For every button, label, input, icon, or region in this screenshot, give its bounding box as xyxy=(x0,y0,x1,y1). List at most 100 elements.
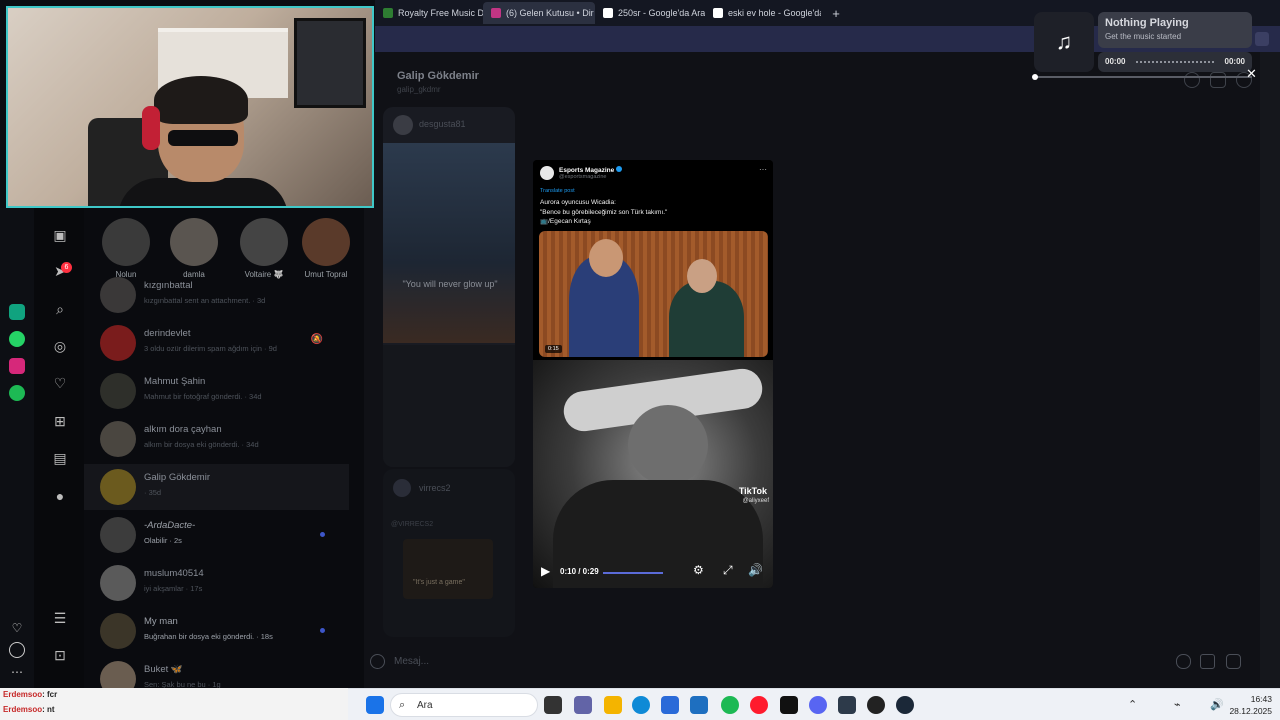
dashboard-icon[interactable]: ▤ xyxy=(51,449,69,467)
left-app-dock: ♡ ⋯ xyxy=(0,208,34,688)
outlook-icon[interactable] xyxy=(690,696,708,714)
seek-handle[interactable] xyxy=(1032,74,1038,80)
person-left-head xyxy=(589,239,623,277)
conversation-item[interactable]: Mahmut Şahin Mahmut bir fotoğraf gönderd… xyxy=(84,368,349,414)
store-icon[interactable] xyxy=(661,696,679,714)
microphone-icon[interactable] xyxy=(1176,654,1191,669)
chat-header-name[interactable]: Galip Gökdemir xyxy=(397,70,479,82)
whatsapp-icon[interactable] xyxy=(9,331,25,347)
conversation-item[interactable]: Buket 🦋 Sen: Şak bu ne bu · 1g xyxy=(84,656,349,688)
tweet-embed[interactable]: Esports Magazine @esportsmagazine ⋯ Tran… xyxy=(533,160,773,360)
history-icon[interactable] xyxy=(9,642,25,658)
image-upload-icon[interactable] xyxy=(1200,654,1215,669)
page-scrollbar[interactable] xyxy=(1260,52,1280,688)
taskbar-clock[interactable]: 16:43 28.12.2025 xyxy=(1229,693,1272,717)
shared-reel-card-1[interactable]: desgusta81 "You will never glow up" xyxy=(383,107,515,467)
browser-tab-google-250sr[interactable]: 250sr - Google'da Ara xyxy=(595,2,705,24)
avatar xyxy=(100,661,136,688)
browser-tab-royalty-music[interactable]: Royalty Free Music Downl xyxy=(375,2,483,24)
conversation-name: kızgınbattal xyxy=(144,280,193,291)
network-icon[interactable]: ⌁ xyxy=(1174,698,1181,711)
new-tab-button[interactable]: + xyxy=(827,4,845,22)
heart-icon[interactable]: ♡ xyxy=(9,620,25,636)
waveform-track[interactable] xyxy=(1136,61,1214,64)
tiktok-video[interactable]: TikTok @aliyxeef xyxy=(533,360,773,588)
edge-icon[interactable] xyxy=(632,696,650,714)
notification-badge: 6 xyxy=(61,262,72,273)
file-explorer-icon[interactable] xyxy=(604,696,622,714)
media-viewer[interactable]: Esports Magazine @esportsmagazine ⋯ Tran… xyxy=(533,160,773,588)
browser-tab-instagram-inbox[interactable]: (6) Gelen Kutusu • Dir xyxy=(483,2,595,24)
sticker-icon[interactable] xyxy=(1226,654,1241,669)
more-options-icon[interactable]: ⋯ xyxy=(759,165,767,174)
windows-start-icon[interactable] xyxy=(366,696,384,714)
story-item[interactable]: Nolun xyxy=(96,218,156,279)
story-item[interactable]: Voltaire 🐺 xyxy=(234,218,294,279)
translate-post-link[interactable]: Translate post xyxy=(540,188,575,194)
spotify-icon[interactable] xyxy=(9,385,25,401)
conversation-item[interactable]: -ArdaDacte- Olabilir · 2s xyxy=(84,512,349,558)
search-icon[interactable]: ⌕ xyxy=(51,300,69,318)
message-composer[interactable]: Mesaj... xyxy=(364,648,1260,676)
conversation-item[interactable]: kızgınbattal kızgınbattal sent an attach… xyxy=(84,272,349,318)
obs-icon[interactable] xyxy=(867,696,885,714)
conversation-preview: Mahmut bir fotoğraf gönderdi. · 34d xyxy=(144,392,262,401)
now-playing-title: Nothing Playing xyxy=(1105,17,1189,29)
notifications-icon[interactable]: ♡ xyxy=(51,374,69,392)
spotify-icon[interactable] xyxy=(721,696,739,714)
opera-icon[interactable] xyxy=(750,696,768,714)
extension-icon[interactable] xyxy=(1255,32,1269,46)
taskbar-search-label: Ara xyxy=(417,700,433,711)
more-icon[interactable]: ⋯ xyxy=(9,664,25,680)
shared-reel-card-2[interactable]: virrecs2 @VIRRECS2 "It's just a game" xyxy=(383,469,515,637)
now-playing-panel: Nothing Playing Get the music started xyxy=(1098,12,1252,48)
background-monitor xyxy=(294,18,366,108)
emoji-icon[interactable] xyxy=(370,654,385,669)
app-icon[interactable] xyxy=(838,696,856,714)
conversation-item[interactable]: My man Buğrahan bir dosya eki gönderdi. … xyxy=(84,608,349,654)
story-item[interactable]: damla xyxy=(164,218,224,279)
explore-icon[interactable]: ◎ xyxy=(51,337,69,355)
chatgpt-icon[interactable] xyxy=(9,304,25,320)
volume-icon[interactable]: 🔊 xyxy=(748,563,763,577)
conversation-item[interactable]: muslum40514 iyi akşamlar · 17s xyxy=(84,560,349,606)
profile-avatar-icon[interactable]: ● xyxy=(51,487,69,505)
conversation-name: Buket 🦋 xyxy=(144,664,183,675)
playback-bar[interactable]: 00:00 00:00 xyxy=(1098,52,1252,72)
discord-icon[interactable] xyxy=(809,696,827,714)
message-input[interactable]: Mesaj... xyxy=(394,656,429,667)
taskbar-search[interactable]: ⌕ Ara xyxy=(390,693,538,717)
reels-icon[interactable]: ▣ xyxy=(51,226,69,244)
settings-icon[interactable]: ⚙ xyxy=(693,563,704,577)
seek-line[interactable] xyxy=(1034,76,1252,78)
tweet-account-name: Esports Magazine xyxy=(559,166,623,174)
conversation-name: -ArdaDacte- xyxy=(144,520,196,531)
fullscreen-icon[interactable]: ⤢ xyxy=(723,563,733,578)
create-icon[interactable]: ⊞ xyxy=(51,412,69,430)
chevron-up-icon[interactable]: ⌃ xyxy=(1128,698,1137,711)
apps-icon[interactable]: ⊡ xyxy=(51,646,69,664)
menu-icon[interactable]: ☰ xyxy=(51,609,69,627)
instagram-icon[interactable] xyxy=(9,358,25,374)
volume-icon[interactable]: 🔊 xyxy=(1210,698,1224,711)
conversation-item[interactable]: derindevlet 3 oldu ozür dilerim spam ağd… xyxy=(84,320,349,366)
conversation-item[interactable]: alkım dora çayhan alkım bir dosya eki gö… xyxy=(84,416,349,462)
tiktok-username: @aliyxeef xyxy=(742,498,769,504)
story-item[interactable]: Umut Topral xyxy=(296,218,356,279)
tab-label: eski ev hole - Google'da A xyxy=(728,8,821,18)
conversation-item[interactable]: Galip Gökdemir · 35d xyxy=(84,464,349,510)
search-icon: ⌕ xyxy=(399,699,406,711)
teams-icon[interactable] xyxy=(574,696,592,714)
unread-dot xyxy=(320,628,325,633)
steam-icon[interactable] xyxy=(896,696,914,714)
stream-chat-text: : fcr xyxy=(42,690,58,699)
close-icon[interactable]: ✕ xyxy=(1246,66,1257,82)
webcam-overlay xyxy=(6,6,374,208)
task-view-icon[interactable] xyxy=(544,696,562,714)
avatar xyxy=(302,218,350,266)
terminal-icon[interactable] xyxy=(780,696,798,714)
browser-tab-google-eski-ev[interactable]: eski ev hole - Google'da A xyxy=(705,2,821,24)
play-icon[interactable]: ▶ xyxy=(541,564,550,578)
video-progress-bar[interactable] xyxy=(603,572,663,574)
streamer-shirt xyxy=(118,178,288,206)
